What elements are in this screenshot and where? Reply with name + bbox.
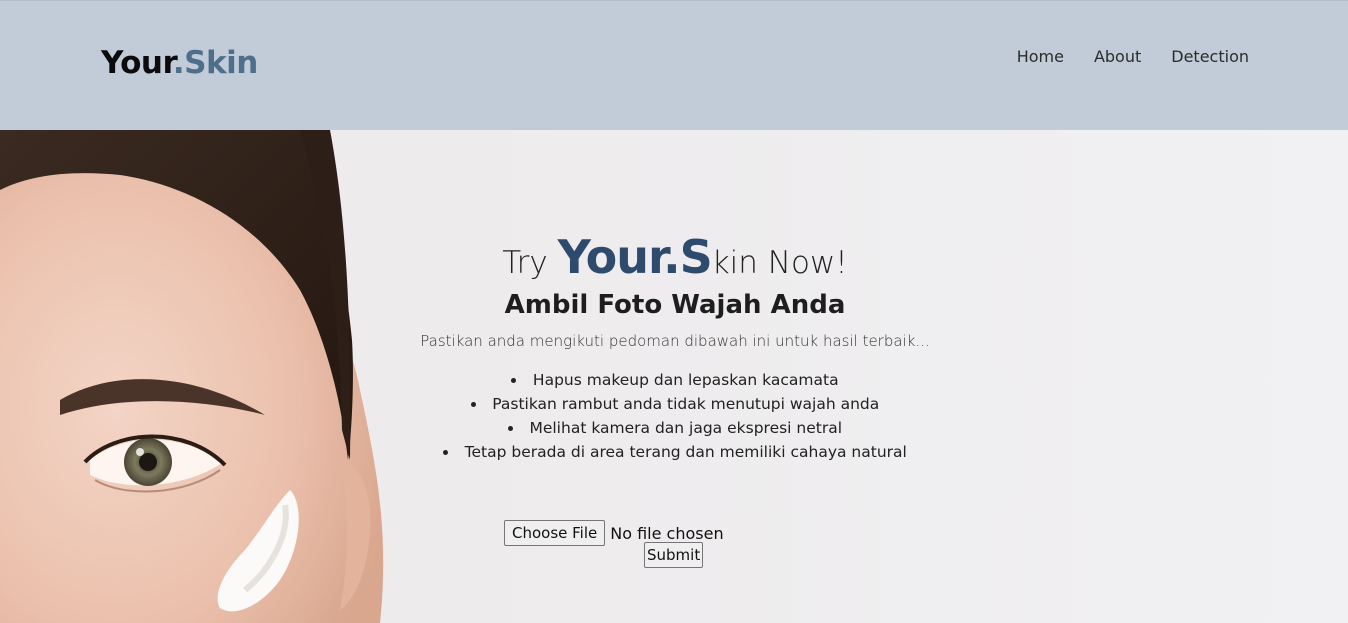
site-header: Your.Skin Home About Detection	[0, 0, 1348, 130]
file-status-text: No file chosen	[610, 523, 724, 543]
guide-text: Pastikan anda mengikuti pedoman dibawah …	[420, 332, 930, 350]
logo-main-text: Your	[101, 45, 173, 81]
try-heading: Try Your.Skin Now!	[350, 228, 1000, 286]
face-photo	[0, 130, 384, 623]
tip-item: Tetap berada di area terang dan memiliki…	[350, 440, 1000, 464]
main-nav: Home About Detection	[1017, 47, 1249, 66]
tip-item: Melihat kamera dan jaga ekspresi netral	[350, 416, 1000, 440]
hero-section: Try Your.Skin Now! Ambil Foto Wajah Anda…	[0, 130, 1348, 623]
page-subtitle: Ambil Foto Wajah Anda	[504, 290, 846, 320]
nav-link-home[interactable]: Home	[1017, 47, 1064, 66]
submit-button[interactable]: Submit	[644, 542, 704, 568]
tip-item: Hapus makeup dan lepaskan kacamata	[350, 368, 1000, 392]
nav-link-detection[interactable]: Detection	[1171, 47, 1249, 66]
upload-panel: Try Your.Skin Now! Ambil Foto Wajah Anda…	[350, 228, 1000, 568]
try-prefix: Try	[502, 245, 558, 281]
tip-item: Pastikan rambut anda tidak menutupi waja…	[350, 392, 1000, 416]
try-brand: Your.S	[557, 230, 713, 284]
choose-file-button[interactable]: Choose File	[504, 520, 606, 546]
try-suffix: kin Now!	[711, 245, 848, 281]
nav-link-about[interactable]: About	[1094, 47, 1141, 66]
tips-list: Hapus makeup dan lepaskan kacamata Pasti…	[350, 368, 1000, 464]
site-logo[interactable]: Your.Skin	[101, 45, 258, 81]
logo-accent-text: .Skin	[172, 45, 258, 81]
